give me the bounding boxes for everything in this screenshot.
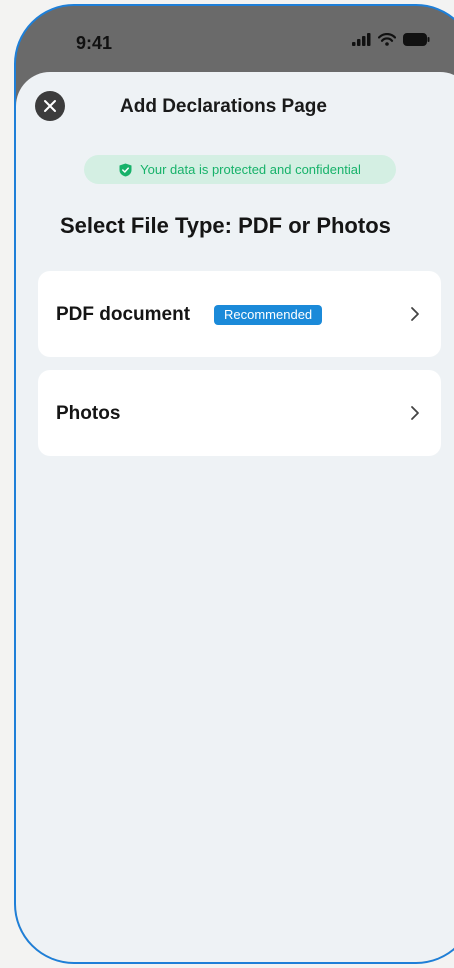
close-button[interactable]	[35, 91, 65, 121]
section-title: Select File Type: PDF or Photos	[60, 213, 391, 238]
option-pdf-document[interactable]: PDF document Recommended	[38, 271, 441, 357]
option-label: Photos	[56, 403, 121, 424]
status-time: 9:41	[76, 33, 113, 53]
recommended-badge: Recommended	[214, 305, 323, 325]
chevron-right-icon	[411, 307, 419, 321]
option-label: PDF document	[56, 304, 191, 325]
status-icons	[352, 33, 430, 46]
page-title: Add Declarations Page	[120, 96, 327, 117]
wifi-icon	[378, 33, 396, 46]
option-photos[interactable]: Photos	[38, 370, 441, 456]
security-notice-text: Your data is protected and confidential	[140, 162, 361, 177]
status-bar: 9:41	[16, 6, 454, 76]
modal-sheet: Add Declarations Page Your data is prote…	[16, 72, 454, 962]
battery-icon	[403, 33, 430, 46]
signal-icon	[352, 33, 371, 46]
phone-frame: 9:41 Add Declarations Page Your data is …	[14, 4, 454, 964]
close-icon	[44, 100, 56, 112]
chevron-right-icon	[411, 406, 419, 420]
security-notice: Your data is protected and confidential	[84, 155, 396, 184]
shield-check-icon	[119, 163, 132, 176]
